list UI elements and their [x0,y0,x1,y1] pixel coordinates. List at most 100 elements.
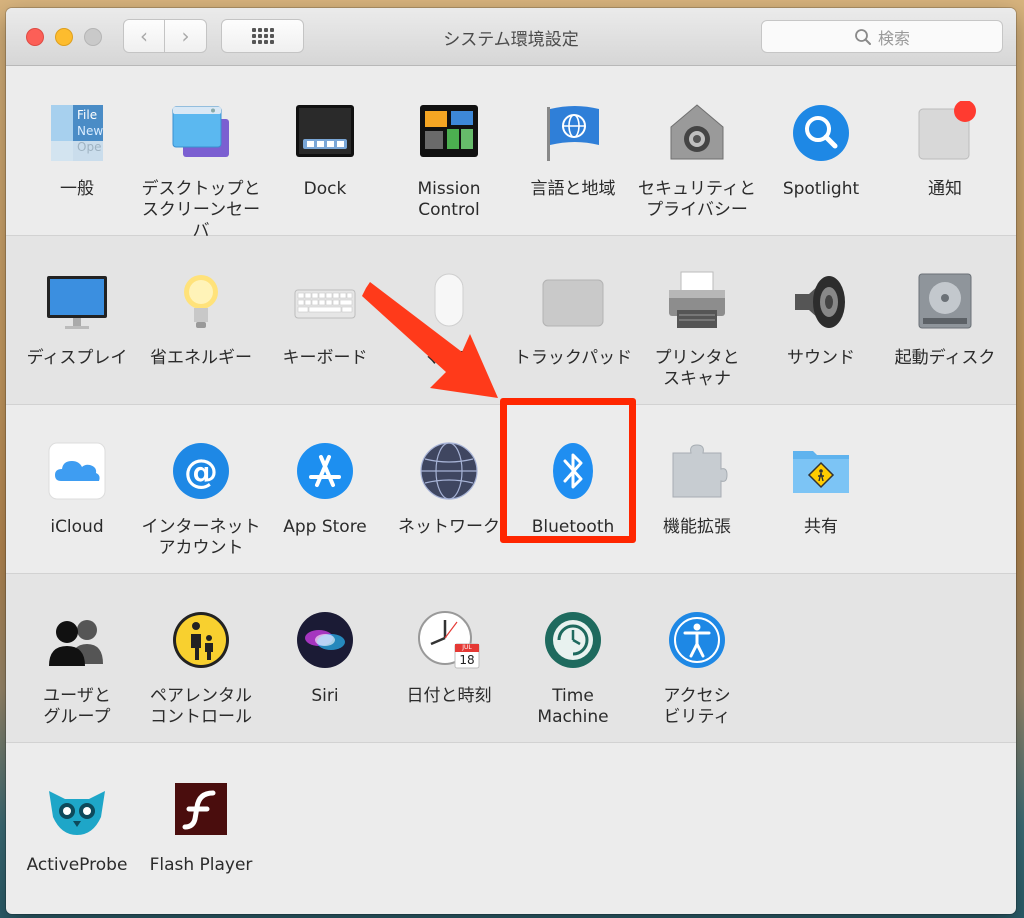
pane-activeprobe[interactable]: ActiveProbe [15,743,139,911]
pane-accessibility[interactable]: アクセシ ビリティ [635,574,759,742]
pane-sound[interactable]: サウンド [759,236,883,404]
search-icon [855,28,871,45]
pane-label: アクセシ ビリティ [663,686,731,727]
spotlight-icon [789,101,853,165]
flash-player-icon [169,777,233,841]
pane-security-privacy[interactable]: セキュリティと プライバシー [635,67,759,235]
pane-keyboard[interactable]: キーボード [263,236,387,404]
pane-label: Bluetooth [531,517,615,537]
search-field[interactable]: 検索 [761,20,1003,53]
pane-icloud[interactable]: iCloud [15,405,139,573]
pane-date-time[interactable]: JUL 18 日付と時刻 [387,574,511,742]
pane-notifications[interactable]: 通知 [883,67,1007,235]
pane-startup-disk[interactable]: 起動ディスク [883,236,1007,404]
startup-disk-icon [913,270,977,334]
pane-row-internet: iCloud @ インターネット アカウント App Store ネットワーク … [6,405,1016,574]
pane-desktop-screensaver[interactable]: デスクトップと スクリーンセーバ [139,67,263,241]
pane-spotlight[interactable]: Spotlight [759,67,883,235]
pane-label: 機能拡張 [663,517,731,537]
general-icon-text-2: New [77,124,104,138]
pane-language-region[interactable]: 言語と地域 [511,67,635,235]
pane-display[interactable]: ディスプレイ [15,236,139,404]
search-placeholder: 検索 [877,28,910,48]
trackpad-icon [541,270,605,334]
pane-label: ディスプレイ [26,348,128,368]
calendar-month: JUL [462,644,472,651]
pane-label: Siri [311,686,339,706]
pane-label: ActiveProbe [26,855,128,875]
pane-dock[interactable]: Dock [263,67,387,235]
pane-extensions[interactable]: 機能拡張 [635,405,759,573]
pane-bluetooth[interactable]: Bluetooth [511,405,635,573]
pane-label: 言語と地域 [530,179,616,199]
pane-label: Flash Player [149,855,253,875]
pane-label: Spotlight [782,179,860,199]
calendar-day: 18 [459,653,475,667]
pane-time-machine[interactable]: Time Machine [511,574,635,742]
display-icon [45,270,109,334]
security-privacy-icon [665,101,729,165]
pane-trackpad[interactable]: トラックパッド [511,236,635,404]
pane-users-groups[interactable]: ユーザと グループ [15,574,139,742]
pane-label: Mission Control [417,179,481,220]
desktop-screensaver-icon [169,101,233,165]
pane-label: サウンド [787,348,855,368]
pane-sharing[interactable]: 共有 [759,405,883,573]
pane-app-store[interactable]: App Store [263,405,387,573]
bluetooth-icon [541,439,605,503]
date-time-icon: JUL 18 [417,608,481,672]
pane-label: 日付と時刻 [406,686,492,706]
title-bar: ‹ › システム環境設定 検索 [6,8,1016,66]
pane-label: インターネット アカウント [141,517,261,558]
energy-saver-icon [169,270,233,334]
extensions-icon [665,439,729,503]
siri-icon [293,608,357,672]
pane-label: 起動ディスク [894,348,996,368]
pane-label: Time Machine [537,686,609,727]
pane-mission-control[interactable]: Mission Control [387,67,511,235]
pane-flash-player[interactable]: Flash Player [139,743,263,911]
pane-parental-controls[interactable]: ペアレンタル コントロール [139,574,263,742]
time-machine-icon [541,608,605,672]
icloud-icon [45,439,109,503]
pane-row-system: ユーザと グループ ペアレンタル コントロール Siri JUL 18 日付と時… [6,574,1016,743]
network-icon [417,439,481,503]
pane-label: 省エネルギー [150,348,252,368]
sharing-icon [789,439,853,503]
pane-label: 通知 [928,179,962,199]
keyboard-icon [293,270,357,334]
language-region-icon [541,101,605,165]
mouse-icon [417,270,481,334]
pane-general[interactable]: File New Ope 一般 [15,67,139,235]
system-preferences-window: ‹ › システム環境設定 検索 File New Ope 一般 デスクトップと … [6,8,1016,914]
svg-text:@: @ [184,452,218,492]
dock-icon [293,101,357,165]
pane-siri[interactable]: Siri [263,574,387,742]
pane-energy-saver[interactable]: 省エネルギー [139,236,263,404]
pane-label: Dock [303,179,347,199]
pane-internet-accounts[interactable]: @ インターネット アカウント [139,405,263,573]
pane-label: App Store [283,517,367,537]
general-icon-text-3: Ope [77,140,102,154]
app-store-icon [293,439,357,503]
pane-label: セキュリティと プライバシー [638,179,756,220]
pane-network[interactable]: ネットワーク [387,405,511,573]
pane-label: キーボード [282,348,368,368]
pane-row-other: ActiveProbe Flash Player [6,743,1016,913]
pane-label: トラックパッド [513,348,633,368]
pane-label: マウス [423,348,475,368]
pane-label: ネットワーク [398,517,500,537]
preference-panes: File New Ope 一般 デスクトップと スクリーンセーバ Dock Mi… [6,67,1016,913]
pane-mouse[interactable]: マウス [387,236,511,404]
printer-scanner-icon [665,270,729,334]
pane-label: デスクトップと スクリーンセーバ [141,179,261,241]
pane-label: iCloud [50,517,104,537]
pane-label: 共有 [804,517,838,537]
pane-row-hardware: ディスプレイ 省エネルギー キーボード マウス トラックパッド プリンタと スキ… [6,236,1016,405]
activeprobe-icon [45,777,109,841]
users-groups-icon [45,608,109,672]
notifications-icon [913,101,977,165]
pane-printers-scanners[interactable]: プリンタと スキャナ [635,236,759,404]
general-icon-text-1: File [77,108,98,122]
parental-controls-icon [169,608,233,672]
